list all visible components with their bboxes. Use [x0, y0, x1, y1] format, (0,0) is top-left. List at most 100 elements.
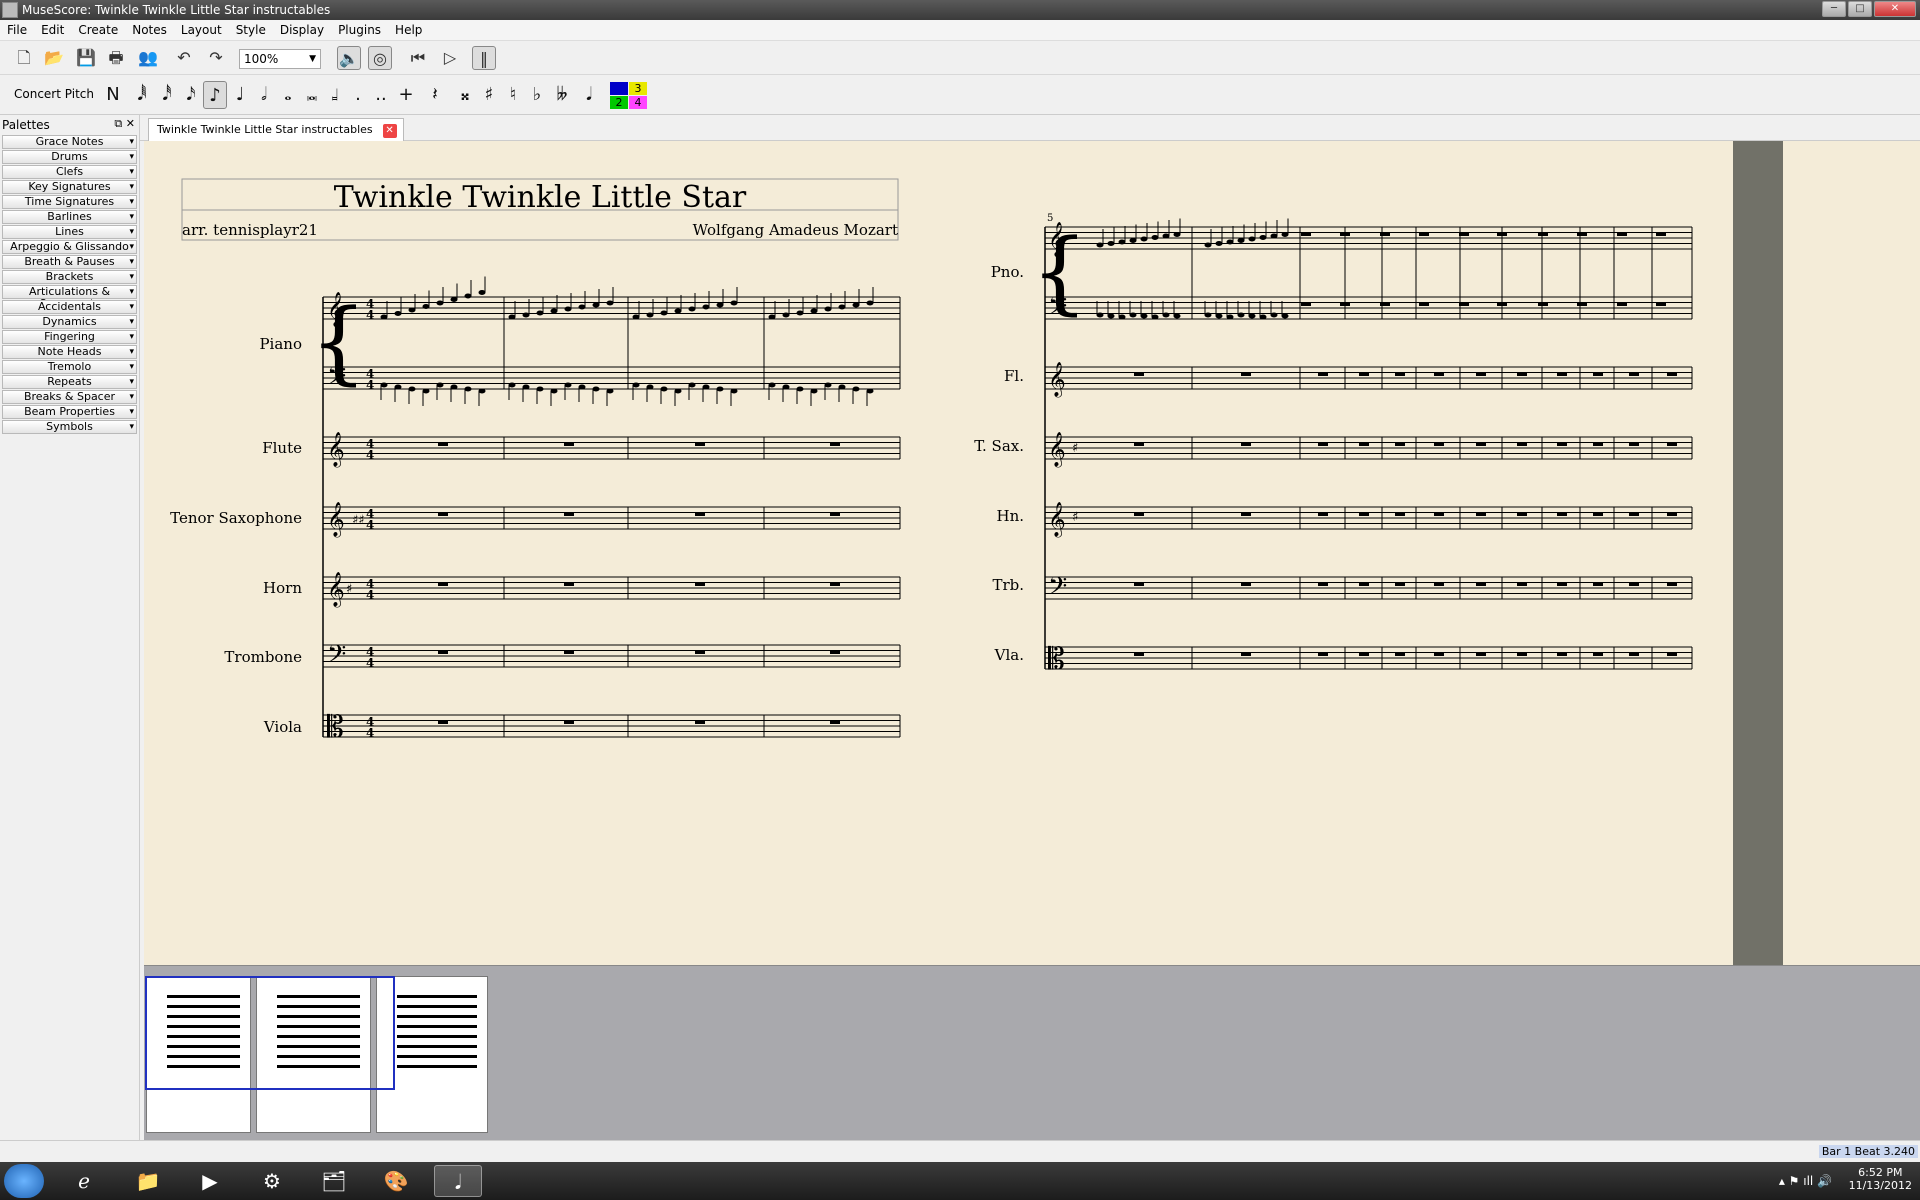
- natural-icon[interactable]: ♮: [501, 81, 525, 109]
- minimize-button[interactable]: ─: [1822, 1, 1846, 17]
- palette-grace-notes[interactable]: Grace Notes: [2, 135, 137, 149]
- undo-icon[interactable]: ↶: [172, 46, 196, 70]
- print-icon[interactable]: 🖶: [104, 46, 128, 70]
- musescore-app-icon: [2, 2, 18, 18]
- start-button[interactable]: [4, 1164, 44, 1198]
- longa-note-icon[interactable]: 𝆷: [323, 81, 347, 109]
- play-icon[interactable]: ▷: [438, 46, 462, 70]
- palette-tremolo[interactable]: Tremolo: [2, 360, 137, 374]
- open-file-icon[interactable]: 📂: [42, 46, 66, 70]
- palette-fingering[interactable]: Fingering: [2, 330, 137, 344]
- palette-clefs[interactable]: Clefs: [2, 165, 137, 179]
- explorer-icon[interactable]: 📁: [124, 1165, 172, 1197]
- quarter-note-icon[interactable]: ♩: [228, 81, 252, 109]
- note-head: [1096, 312, 1104, 318]
- steam-icon[interactable]: ⚙: [248, 1165, 296, 1197]
- menu-style[interactable]: Style: [229, 20, 273, 40]
- midi-input-icon[interactable]: ◎: [368, 46, 392, 70]
- voice-1-button[interactable]: [610, 82, 628, 95]
- menu-help[interactable]: Help: [388, 20, 429, 40]
- half-note-icon[interactable]: 𝅗𝅥: [252, 81, 276, 109]
- save-icon[interactable]: 💾: [74, 46, 98, 70]
- dot-icon[interactable]: .: [346, 81, 370, 109]
- rest-icon[interactable]: 𝄽: [423, 81, 447, 109]
- maximize-button[interactable]: □: [1848, 1, 1872, 17]
- menu-edit[interactable]: Edit: [34, 20, 71, 40]
- new-file-icon[interactable]: 🗋: [12, 46, 36, 70]
- 64th-note-icon[interactable]: 𝅘𝅥𝅱: [130, 81, 154, 109]
- repeat-toggle-icon[interactable]: ‖: [472, 46, 496, 70]
- menu-plugins[interactable]: Plugins: [331, 20, 388, 40]
- note-input-speaker-icon[interactable]: 🔈: [337, 46, 361, 70]
- close-panel-icon[interactable]: ✕: [126, 117, 135, 130]
- whole-rest: [1318, 372, 1328, 376]
- menu-layout[interactable]: Layout: [174, 20, 229, 40]
- clock-date: 11/13/2012: [1848, 1179, 1912, 1192]
- voice-3-button[interactable]: 3: [629, 82, 647, 95]
- files-icon[interactable]: 🗂: [310, 1165, 358, 1197]
- palette-arpeggio-glissando[interactable]: Arpeggio & Glissando: [2, 240, 137, 254]
- voice-4-button[interactable]: 4: [629, 96, 647, 109]
- redo-icon[interactable]: ↷: [204, 46, 228, 70]
- whole-note-icon[interactable]: 𝅝: [276, 81, 300, 109]
- 16th-note-icon[interactable]: 𝅘𝅥𝅯: [179, 81, 203, 109]
- close-window-button[interactable]: ✕: [1874, 1, 1916, 17]
- eighth-note-icon[interactable]: ♪: [203, 81, 227, 109]
- navigator-viewport[interactable]: [145, 976, 395, 1090]
- palette-brackets[interactable]: Brackets: [2, 270, 137, 284]
- note-head: [436, 382, 444, 388]
- note-input-mode-icon[interactable]: N: [101, 81, 125, 109]
- palette-breath-pauses[interactable]: Breath & Pauses: [2, 255, 137, 269]
- zoom-select[interactable]: 100% ▼: [239, 49, 321, 69]
- palette-beam-properties[interactable]: Beam Properties: [2, 405, 137, 419]
- palette-breaks-spacer[interactable]: Breaks & Spacer: [2, 390, 137, 404]
- palette-lines[interactable]: Lines: [2, 225, 137, 239]
- paint-icon[interactable]: 🎨: [372, 1165, 420, 1197]
- palette-dynamics[interactable]: Dynamics: [2, 315, 137, 329]
- palette-repeats[interactable]: Repeats: [2, 375, 137, 389]
- time-signature-bottom: 4: [366, 588, 374, 602]
- close-tab-icon[interactable]: ✕: [382, 124, 397, 138]
- palette-symbols[interactable]: Symbols: [2, 420, 137, 434]
- palette-key-signatures[interactable]: Key Signatures: [2, 180, 137, 194]
- note-head: [1129, 238, 1137, 243]
- palette-note-heads[interactable]: Note Heads: [2, 345, 137, 359]
- tie-icon[interactable]: +: [394, 81, 418, 109]
- menu-display[interactable]: Display: [273, 20, 331, 40]
- ie-icon[interactable]: ℯ: [60, 1165, 108, 1197]
- score-page[interactable]: Twinkle Twinkle Little Star arr. tennispl…: [144, 141, 1920, 965]
- menu-notes[interactable]: Notes: [125, 20, 174, 40]
- instrument-short-name-1: Fl.: [1004, 367, 1024, 385]
- whole-rest: [1434, 582, 1444, 586]
- palette-time-signatures[interactable]: Time Signatures: [2, 195, 137, 209]
- media-player-icon[interactable]: ▶: [186, 1165, 234, 1197]
- float-panel-icon[interactable]: ⧉: [114, 117, 122, 130]
- 32nd-note-icon[interactable]: 𝅘𝅥𝅰: [155, 81, 179, 109]
- note-head: [824, 306, 832, 312]
- sharp-icon[interactable]: ♯: [477, 81, 501, 109]
- double-dot-icon[interactable]: ..: [369, 81, 393, 109]
- whole-rest: [1476, 442, 1486, 446]
- double-whole-note-icon[interactable]: 𝅜: [300, 81, 324, 109]
- palettes-panel: Palettes ⧉ ✕ Grace NotesDrumsClefsKey Si…: [0, 115, 140, 1165]
- double-sharp-icon[interactable]: 𝄪: [453, 81, 477, 109]
- palette-drums[interactable]: Drums: [2, 150, 137, 164]
- voice-2-button[interactable]: 2: [610, 96, 628, 109]
- musescore-taskbar-icon[interactable]: 𝅘𝅥: [434, 1165, 482, 1197]
- note-head: [550, 308, 558, 314]
- flip-stem-icon[interactable]: 𝅘𝅥: [577, 81, 601, 109]
- menu-create[interactable]: Create: [71, 20, 125, 40]
- rewind-icon[interactable]: ⏮: [406, 46, 430, 70]
- score-canvas[interactable]: Twinkle Twinkle Little Star arr. tennispl…: [144, 141, 1920, 965]
- tray-icons[interactable]: ▴ ⚑ ıll 🔊: [1779, 1174, 1832, 1188]
- flat-icon[interactable]: ♭: [525, 81, 549, 109]
- page-navigator[interactable]: [144, 965, 1920, 1140]
- community-icon[interactable]: 👥: [136, 46, 160, 70]
- palette-barlines[interactable]: Barlines: [2, 210, 137, 224]
- double-flat-icon[interactable]: 𝄫: [550, 81, 574, 109]
- tab-score[interactable]: Twinkle Twinkle Little Star instructable…: [148, 118, 404, 141]
- menu-file[interactable]: File: [0, 20, 34, 40]
- concert-pitch-toggle[interactable]: Concert Pitch: [14, 87, 94, 101]
- palette-accidentals[interactable]: Accidentals: [2, 300, 137, 314]
- palette-articulations-ornaments[interactable]: Articulations & Ornaments: [2, 285, 137, 310]
